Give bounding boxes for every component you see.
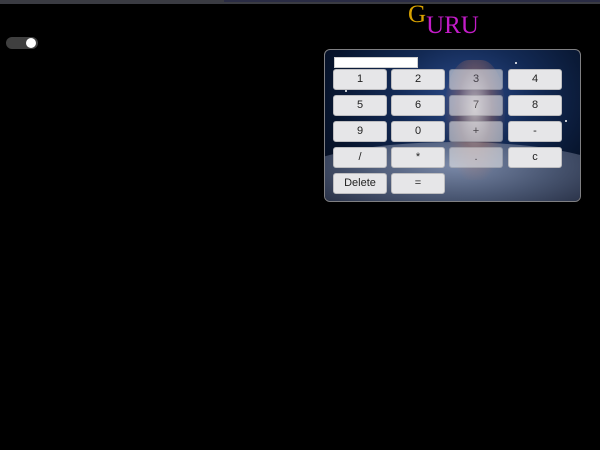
background-star bbox=[345, 90, 347, 92]
theme-toggle[interactable] bbox=[6, 37, 38, 49]
divide-button[interactable]: / bbox=[333, 147, 387, 168]
equals-button[interactable]: = bbox=[391, 173, 445, 194]
logo-first-letter: G bbox=[408, 1, 427, 28]
background-star bbox=[565, 120, 567, 122]
key-4-button[interactable]: 4 bbox=[508, 69, 562, 90]
key-9-button[interactable]: 9 bbox=[333, 121, 387, 142]
key-3-button[interactable]: 3 bbox=[449, 69, 503, 90]
calculator-display[interactable] bbox=[334, 57, 418, 68]
multiply-button[interactable]: * bbox=[391, 147, 445, 168]
decimal-button[interactable]: . bbox=[449, 147, 503, 168]
background-star bbox=[515, 62, 517, 64]
logo: GURU bbox=[408, 1, 479, 39]
key-0-button[interactable]: 0 bbox=[391, 121, 445, 142]
logo-rest: URU bbox=[426, 12, 479, 39]
delete-button[interactable]: Delete bbox=[333, 173, 387, 194]
key-6-button[interactable]: 6 bbox=[391, 95, 445, 116]
key-7-button[interactable]: 7 bbox=[449, 95, 503, 116]
key-2-button[interactable]: 2 bbox=[391, 69, 445, 90]
plus-button[interactable]: + bbox=[449, 121, 503, 142]
top-strip bbox=[0, 0, 600, 4]
toggle-knob bbox=[26, 38, 36, 48]
clear-button[interactable]: c bbox=[508, 147, 562, 168]
key-5-button[interactable]: 5 bbox=[333, 95, 387, 116]
calculator: 1 2 3 4 5 6 7 8 9 0 + - / * . c Delete = bbox=[324, 49, 581, 202]
key-8-button[interactable]: 8 bbox=[508, 95, 562, 116]
key-1-button[interactable]: 1 bbox=[333, 69, 387, 90]
minus-button[interactable]: - bbox=[508, 121, 562, 142]
